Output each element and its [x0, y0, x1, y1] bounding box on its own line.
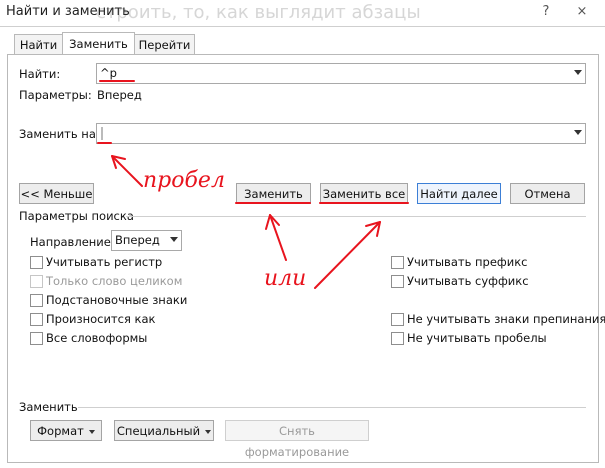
chevron-down-icon: [205, 429, 212, 434]
title-bar: строить, то, как выглядит абзацы Найти и…: [0, 0, 605, 27]
annotation-or: или: [264, 266, 307, 291]
option-label: Только слово целиком: [46, 274, 183, 288]
direction-value: Вперед: [115, 233, 160, 247]
option-label: Не учитывать знаки препинания: [407, 312, 605, 326]
direction-select[interactable]: Вперед: [111, 230, 182, 251]
replace-label: Заменить на:: [19, 127, 100, 141]
special-button[interactable]: Специальный: [114, 420, 214, 441]
checkbox[interactable]: [30, 256, 43, 269]
checkbox[interactable]: [391, 332, 404, 345]
option-label: Произносится как: [46, 312, 156, 326]
checkbox[interactable]: [391, 313, 404, 326]
clear-formatting-button: Снять форматирование: [225, 420, 369, 459]
format-button[interactable]: Формат: [30, 420, 102, 441]
tab-find[interactable]: Найти: [14, 34, 63, 55]
params-value: Вперед: [97, 88, 142, 102]
option-label: Учитывать префикс: [407, 255, 528, 269]
search-options-divider: [126, 216, 586, 217]
search-options-heading: Параметры поиска: [19, 209, 134, 223]
replace-section-divider: [78, 407, 586, 408]
tab-replace[interactable]: Заменить: [62, 32, 135, 54]
params-label: Параметры:: [19, 88, 92, 102]
annotation-space: пробел: [143, 168, 225, 193]
find-value: ^p: [100, 66, 117, 80]
chevron-down-icon: [88, 429, 95, 434]
checkbox[interactable]: [30, 294, 43, 307]
find-next-button[interactable]: Найти далее: [417, 183, 501, 204]
dialog-title: Найти и заменить: [6, 4, 130, 19]
option-label: Учитывать суффикс: [407, 274, 529, 288]
checkbox: [30, 275, 43, 288]
cancel-button[interactable]: Отмена: [510, 183, 585, 204]
replace-input[interactable]: [96, 123, 586, 144]
checkbox[interactable]: [30, 313, 43, 326]
tab-goto[interactable]: Перейти: [134, 34, 195, 55]
option-label: Не учитывать пробелы: [407, 331, 547, 345]
find-input[interactable]: ^p: [96, 63, 586, 84]
checkbox[interactable]: [391, 256, 404, 269]
close-button[interactable]: ×: [572, 3, 592, 21]
replace-section-heading: Заменить: [19, 400, 78, 414]
replace-all-button[interactable]: Заменить все: [320, 183, 408, 204]
checkbox[interactable]: [391, 275, 404, 288]
checkbox[interactable]: [30, 332, 43, 345]
direction-label: Направление:: [30, 235, 115, 249]
find-label: Найти:: [19, 67, 61, 81]
help-button[interactable]: ?: [536, 3, 556, 21]
find-replace-dialog: строить, то, как выглядит абзацы Найти и…: [0, 0, 605, 468]
background-document-text: строить, то, как выглядит абзацы: [96, 2, 421, 23]
text-cursor: [101, 127, 103, 140]
option-label: Учитывать регистр: [46, 255, 163, 269]
replace-dropdown-icon[interactable]: [574, 130, 582, 135]
format-button-label: Формат: [37, 424, 84, 438]
option-label: Все словоформы: [46, 331, 148, 345]
direction-dropdown-icon[interactable]: [170, 237, 178, 242]
replace-button[interactable]: Заменить: [236, 183, 311, 204]
find-dropdown-icon[interactable]: [574, 70, 582, 75]
option-label: Подстановочные знаки: [46, 293, 188, 307]
special-button-label: Специальный: [116, 424, 201, 438]
less-button[interactable]: << Меньше: [19, 183, 94, 204]
